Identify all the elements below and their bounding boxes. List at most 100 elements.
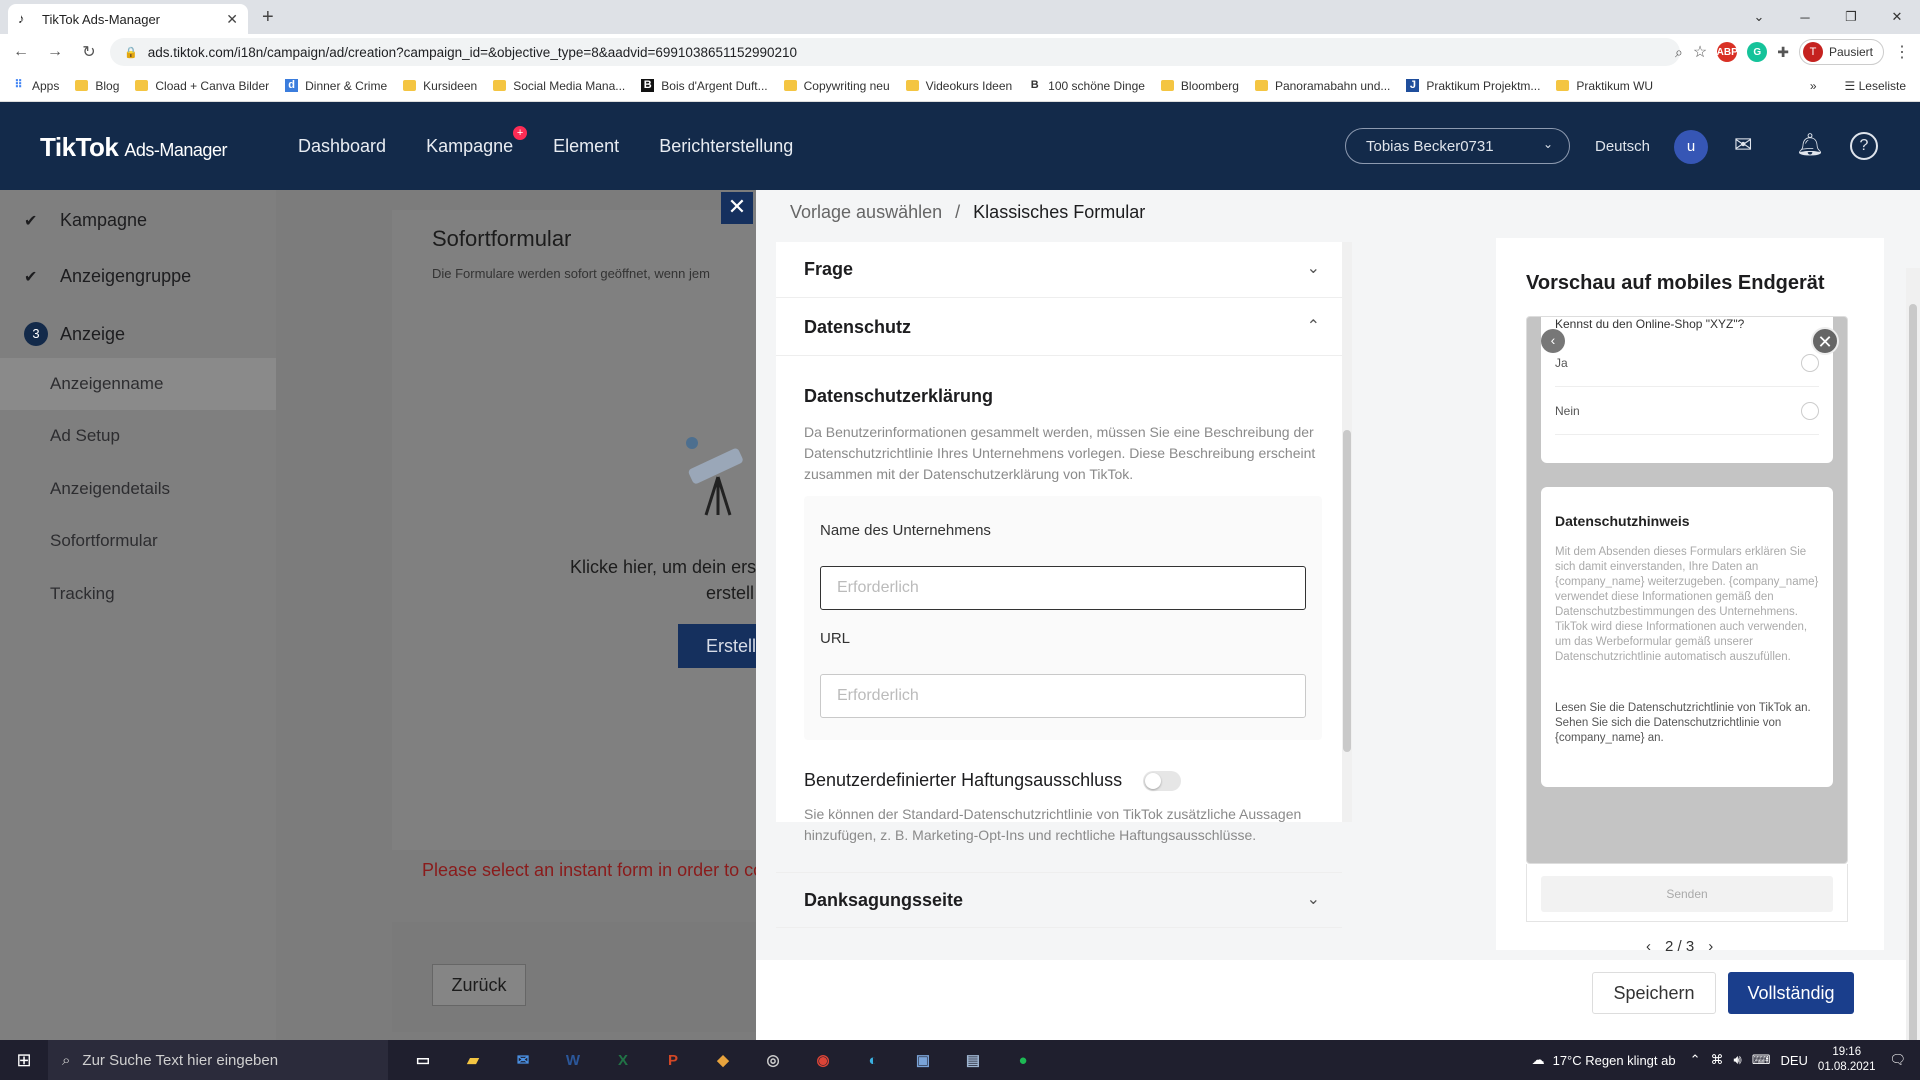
windows-start-icon[interactable]: ⊞: [0, 1040, 48, 1080]
form-scrollbar[interactable]: [1342, 242, 1352, 822]
task-view-icon[interactable]: ▭: [398, 1040, 448, 1080]
app-icon[interactable]: ▤: [948, 1040, 998, 1080]
new-tab-icon[interactable]: +: [262, 6, 274, 29]
weather-icon[interactable]: ☁: [1532, 1052, 1545, 1068]
app-icon[interactable]: ▣: [898, 1040, 948, 1080]
mail-icon[interactable]: ✉: [498, 1040, 548, 1080]
breadcrumb-parent[interactable]: Vorlage auswählen: [790, 202, 942, 222]
excel-icon[interactable]: X: [598, 1040, 648, 1080]
bookmark-item[interactable]: Bloomberg: [1160, 79, 1239, 93]
bookmark-item[interactable]: Videokurs Ideen: [905, 79, 1012, 93]
reading-list-button[interactable]: ☰ Leseliste: [1845, 79, 1906, 93]
nav-dashboard[interactable]: Dashboard: [298, 136, 386, 157]
language-indicator[interactable]: DEU: [1780, 1053, 1807, 1068]
notifications-icon[interactable]: 🗨: [1889, 1052, 1906, 1068]
word-icon[interactable]: W: [548, 1040, 598, 1080]
extensions-puzzle-icon[interactable]: ✚: [1777, 44, 1789, 61]
step-anzeigengruppe[interactable]: ✔ Anzeigengruppe: [24, 266, 191, 287]
nav-berichterstellung[interactable]: Berichterstellung: [659, 136, 793, 157]
account-selector[interactable]: Tobias Becker0731 ⌄: [1345, 128, 1570, 164]
volume-icon[interactable]: 🔊︎: [1734, 1052, 1742, 1068]
bookmark-apps[interactable]: ⠿ Apps: [12, 79, 59, 93]
chrome-icon[interactable]: ◉: [798, 1040, 848, 1080]
notification-bell-icon[interactable]: 🔔︎: [1796, 132, 1824, 158]
spotify-icon[interactable]: ●: [998, 1040, 1048, 1080]
bookmark-item[interactable]: J Praktikum Projektm...: [1406, 79, 1540, 93]
tray-chevron-icon[interactable]: ⌃: [1690, 1052, 1701, 1068]
save-button[interactable]: Speichern: [1592, 972, 1716, 1014]
bookmark-item[interactable]: Blog: [75, 79, 119, 93]
panel-scrollbar[interactable]: [1906, 268, 1920, 1040]
grammarly-icon[interactable]: G: [1747, 42, 1768, 62]
bookmark-item[interactable]: Praktikum WU: [1556, 79, 1653, 93]
step-anzeige[interactable]: 3 Anzeige: [24, 322, 125, 346]
bookmark-item[interactable]: Cload + Canva Bilder: [135, 79, 269, 93]
close-drawer-icon[interactable]: ✕: [721, 192, 753, 224]
bookmark-item[interactable]: Kursideen: [403, 79, 477, 93]
sub-ad-setup[interactable]: Ad Setup: [50, 426, 120, 446]
company-name-input[interactable]: [820, 566, 1306, 610]
bookmark-item[interactable]: B 100 schöne Dinge: [1028, 79, 1145, 93]
nav-kampagne[interactable]: Kampagne +: [426, 126, 528, 157]
section-datenschutz[interactable]: Datenschutz ⌃: [776, 300, 1342, 356]
app-icon[interactable]: ◆: [698, 1040, 748, 1080]
back-button[interactable]: Zurück: [432, 964, 526, 1006]
user-avatar[interactable]: u: [1674, 130, 1708, 164]
close-window-icon[interactable]: ✕: [1874, 9, 1920, 25]
option-ja[interactable]: Ja: [1555, 339, 1819, 387]
bookmark-item[interactable]: d Dinner & Crime: [285, 79, 387, 93]
sub-anzeigendetails[interactable]: Anzeigendetails: [50, 479, 170, 499]
option-nein[interactable]: Nein: [1555, 387, 1819, 435]
weather-text[interactable]: 17°C Regen klingt ab: [1553, 1053, 1676, 1068]
bookmark-item[interactable]: Panoramabahn und...: [1254, 79, 1390, 93]
app-icon[interactable]: ◎: [748, 1040, 798, 1080]
reload-icon[interactable]: ↻: [76, 42, 102, 62]
custom-disclaimer-toggle[interactable]: [1143, 771, 1181, 791]
powerpoint-icon[interactable]: P: [648, 1040, 698, 1080]
file-explorer-icon[interactable]: ▰: [448, 1040, 498, 1080]
more-bookmarks-icon[interactable]: »: [1810, 79, 1817, 93]
scroll-thumb[interactable]: [1343, 430, 1351, 752]
zoom-icon[interactable]: ⌕: [1675, 44, 1683, 61]
section-danksagung[interactable]: Danksagungsseite ⌄: [776, 872, 1342, 928]
restore-icon[interactable]: ❐: [1828, 9, 1874, 25]
panel-scroll-thumb[interactable]: [1909, 304, 1917, 1040]
inbox-icon[interactable]: ✉: [1734, 132, 1752, 158]
adblock-icon[interactable]: ABP: [1717, 42, 1738, 62]
clock[interactable]: 19:16 01.08.2021: [1818, 1045, 1876, 1075]
edge-icon[interactable]: ◐: [848, 1040, 898, 1080]
bookmark-star-icon[interactable]: ☆: [1693, 42, 1707, 62]
browser-menu-icon[interactable]: ⋮: [1894, 42, 1910, 62]
background-create-button[interactable]: Erstell: [678, 624, 758, 668]
bookmark-item[interactable]: B Bois d'Argent Duft...: [641, 79, 768, 93]
lock-icon[interactable]: 🔒: [124, 46, 138, 59]
close-tab-icon[interactable]: ✕: [226, 11, 238, 28]
browser-tab[interactable]: ♪ TikTok Ads-Manager ✕: [8, 4, 248, 34]
network-icon[interactable]: ⌘: [1711, 1052, 1724, 1068]
sub-tracking[interactable]: Tracking: [50, 584, 115, 604]
help-icon[interactable]: ?: [1850, 132, 1878, 160]
next-page-icon[interactable]: ›: [1708, 938, 1713, 955]
url-field[interactable]: 🔒 ads.tiktok.com/i18n/campaign/ad/creati…: [110, 38, 1680, 66]
tab-search-icon[interactable]: ⌄: [1736, 9, 1782, 25]
section-frage[interactable]: Frage ⌄: [776, 242, 1342, 298]
minimize-icon[interactable]: ─: [1782, 10, 1828, 25]
privacy-notice-links[interactable]: Lesen Sie die Datenschutzrichtlinie von …: [1555, 701, 1819, 746]
preview-back-icon[interactable]: ‹: [1541, 329, 1565, 353]
bookmark-item[interactable]: Copywriting neu: [783, 79, 890, 93]
prev-page-icon[interactable]: ‹: [1646, 938, 1651, 955]
sub-anzeigenname[interactable]: Anzeigenname: [50, 374, 163, 394]
bookmark-item[interactable]: Social Media Mana...: [493, 79, 625, 93]
forward-icon[interactable]: →: [42, 43, 68, 61]
preview-submit-button[interactable]: Senden: [1541, 876, 1833, 912]
complete-button[interactable]: Vollständig: [1728, 972, 1854, 1014]
language-selector[interactable]: Deutsch: [1595, 138, 1650, 155]
step-kampagne[interactable]: ✔ Kampagne: [24, 210, 147, 231]
keyboard-icon[interactable]: ⌨: [1752, 1052, 1771, 1068]
preview-close-icon[interactable]: ✕: [1811, 327, 1839, 355]
nav-element[interactable]: Element: [553, 136, 619, 157]
tiktok-logo[interactable]: TikTok Ads-Manager: [40, 132, 227, 163]
url-input[interactable]: [820, 674, 1306, 718]
profile-button[interactable]: T Pausiert: [1798, 39, 1884, 65]
back-icon[interactable]: ←: [8, 43, 34, 61]
